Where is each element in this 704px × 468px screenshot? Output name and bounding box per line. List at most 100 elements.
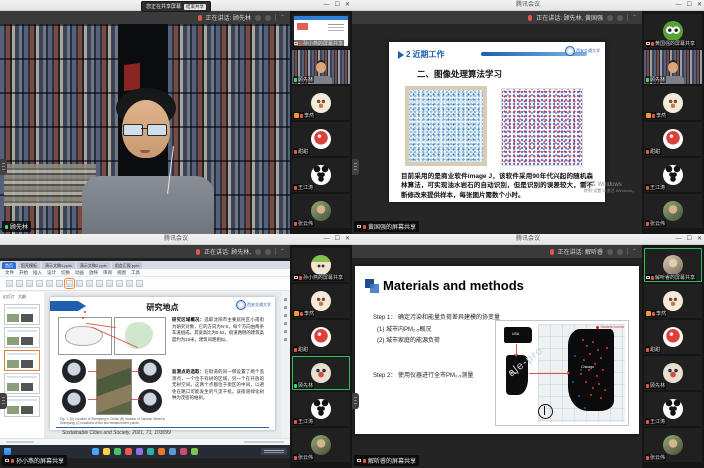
- taskbar-icon[interactable]: [136, 448, 143, 455]
- participant-tile[interactable]: 李然: [644, 86, 702, 120]
- participant-tile[interactable]: 张云伟: [292, 194, 350, 228]
- participant-tile[interactable]: 张云伟: [644, 428, 702, 462]
- participant-tile[interactable]: 李然: [292, 86, 350, 120]
- wps-side-tools[interactable]: [280, 292, 290, 438]
- wps-tab[interactable]: 首页: [2, 262, 16, 269]
- pin-icon[interactable]: ⌃: [632, 15, 637, 21]
- toolbar-icon[interactable]: [96, 280, 103, 287]
- participant-tile[interactable]: 顾先林: [292, 356, 350, 390]
- participant-tile[interactable]: 王江涛: [644, 158, 702, 192]
- toolbar-icon-highlighted[interactable]: [66, 280, 73, 287]
- toolbar-icon[interactable]: [6, 280, 13, 287]
- toolbar-icon[interactable]: [126, 280, 133, 287]
- maximize-button[interactable]: ☐: [687, 234, 692, 244]
- taskbar-icon[interactable]: [114, 448, 121, 455]
- toolbar-icon[interactable]: [86, 280, 93, 287]
- participant-tile[interactable]: 王江涛: [292, 158, 350, 192]
- participant-tile[interactable]: 李然: [644, 284, 702, 318]
- close-button[interactable]: ✕: [697, 0, 702, 10]
- wps-tab[interactable]: 组会汇报.pptx: [112, 262, 143, 269]
- participant-tile[interactable]: 甜甜: [292, 320, 350, 354]
- pin-icon[interactable]: ⌃: [280, 15, 285, 21]
- wps-tab[interactable]: 演示文稿1.pptx: [42, 262, 75, 269]
- pin-icon[interactable]: ⌃: [280, 249, 285, 255]
- panel-tab[interactable]: 大纲: [18, 294, 26, 300]
- menu-item[interactable]: 切换: [61, 270, 70, 276]
- participant-tile[interactable]: 张云伟: [292, 428, 350, 462]
- close-button[interactable]: ✕: [345, 234, 350, 244]
- menu-item[interactable]: 视图: [117, 270, 126, 276]
- taskbar-icon[interactable]: [158, 448, 165, 455]
- minimize-button[interactable]: —: [676, 0, 682, 10]
- toolbar-icon[interactable]: [16, 280, 23, 287]
- wps-tab[interactable]: 稻壳模板: [18, 262, 40, 269]
- reaction-icon[interactable]: [265, 15, 271, 21]
- meeting-toolbar-handle[interactable]: [0, 393, 7, 409]
- taskbar-icon[interactable]: [103, 448, 110, 455]
- toolbar-icon[interactable]: [46, 280, 53, 287]
- maximize-button[interactable]: ☐: [335, 0, 340, 10]
- reaction-icon[interactable]: [255, 249, 261, 255]
- menu-item[interactable]: 插入: [33, 270, 42, 276]
- taskbar-icon[interactable]: [125, 448, 132, 455]
- participant-tile[interactable]: 甜甜: [644, 320, 702, 354]
- reaction-icon[interactable]: [607, 15, 613, 21]
- participant-tile[interactable]: 李然: [292, 284, 350, 318]
- maximize-button[interactable]: ☐: [687, 0, 692, 10]
- system-tray[interactable]: [261, 448, 287, 455]
- taskbar-icon[interactable]: [92, 448, 99, 455]
- taskbar-icon[interactable]: [147, 448, 154, 455]
- reaction-icon[interactable]: [617, 15, 623, 21]
- reaction-icon[interactable]: [255, 15, 261, 21]
- menu-item[interactable]: 审阅: [103, 270, 112, 276]
- slide-thumbnail[interactable]: [4, 304, 40, 325]
- participant-tile[interactable]: 张云伟: [644, 194, 702, 228]
- participant-tile[interactable]: 甜甜: [644, 122, 702, 156]
- minimize-button[interactable]: —: [676, 234, 682, 244]
- menu-item[interactable]: 设计: [47, 270, 56, 276]
- start-button[interactable]: [4, 448, 11, 455]
- minimize-button[interactable]: —: [324, 234, 330, 244]
- menu-item[interactable]: 动画: [75, 270, 84, 276]
- participant-tile[interactable]: 解听睿的屏幕共享: [644, 248, 702, 282]
- slide-thumbnail[interactable]: [4, 396, 40, 417]
- participant-tile[interactable]: 顾先林: [644, 356, 702, 390]
- participant-tile[interactable]: 王江涛: [292, 392, 350, 426]
- toolbar-icon[interactable]: [136, 280, 143, 287]
- slide-thumbnail-selected[interactable]: [4, 350, 40, 371]
- stop-share-button[interactable]: 结束共享: [184, 4, 206, 10]
- toolbar-icon[interactable]: [36, 280, 43, 287]
- participant-tile[interactable]: 孙小燕的屏幕共享: [292, 248, 350, 282]
- reaction-icon[interactable]: [265, 249, 271, 255]
- menu-item[interactable]: 工具: [131, 270, 140, 276]
- minimize-button[interactable]: —: [324, 0, 330, 10]
- participant-tile[interactable]: 顾先林: [644, 50, 702, 84]
- meeting-toolbar-handle[interactable]: [352, 393, 359, 409]
- wps-tab[interactable]: 演示文稿2.pptx: [77, 262, 110, 269]
- panel-tab[interactable]: 幻灯片: [3, 294, 15, 300]
- menu-item[interactable]: 文件: [5, 270, 14, 276]
- reaction-icon[interactable]: [607, 249, 613, 255]
- menu-item[interactable]: 开始: [19, 270, 28, 276]
- meeting-toolbar-handle[interactable]: [352, 159, 359, 175]
- meeting-toolbar-handle[interactable]: [0, 159, 7, 175]
- slide-thumbnail[interactable]: [4, 373, 40, 394]
- toolbar-icon[interactable]: [26, 280, 33, 287]
- taskbar-icon[interactable]: [169, 448, 176, 455]
- toolbar-icon[interactable]: [106, 280, 113, 287]
- maximize-button[interactable]: ☐: [335, 234, 340, 244]
- participant-tile[interactable]: 王江涛: [644, 392, 702, 426]
- participant-tile[interactable]: 甜甜: [292, 122, 350, 156]
- slide-thumbnail[interactable]: [4, 327, 40, 348]
- participant-tile[interactable]: 孙小燕的屏幕共享: [292, 14, 350, 48]
- participant-tile[interactable]: 顾先林: [292, 50, 350, 84]
- pin-icon[interactable]: ⌃: [632, 249, 637, 255]
- close-button[interactable]: ✕: [345, 0, 350, 10]
- toolbar-icon[interactable]: [56, 280, 63, 287]
- participant-tile[interactable]: 黄国强的屏幕共享: [644, 14, 702, 48]
- toolbar-icon[interactable]: [116, 280, 123, 287]
- taskbar-icon[interactable]: [180, 448, 187, 455]
- reaction-icon[interactable]: [617, 249, 623, 255]
- toolbar-icon[interactable]: [76, 280, 83, 287]
- close-button[interactable]: ✕: [697, 234, 702, 244]
